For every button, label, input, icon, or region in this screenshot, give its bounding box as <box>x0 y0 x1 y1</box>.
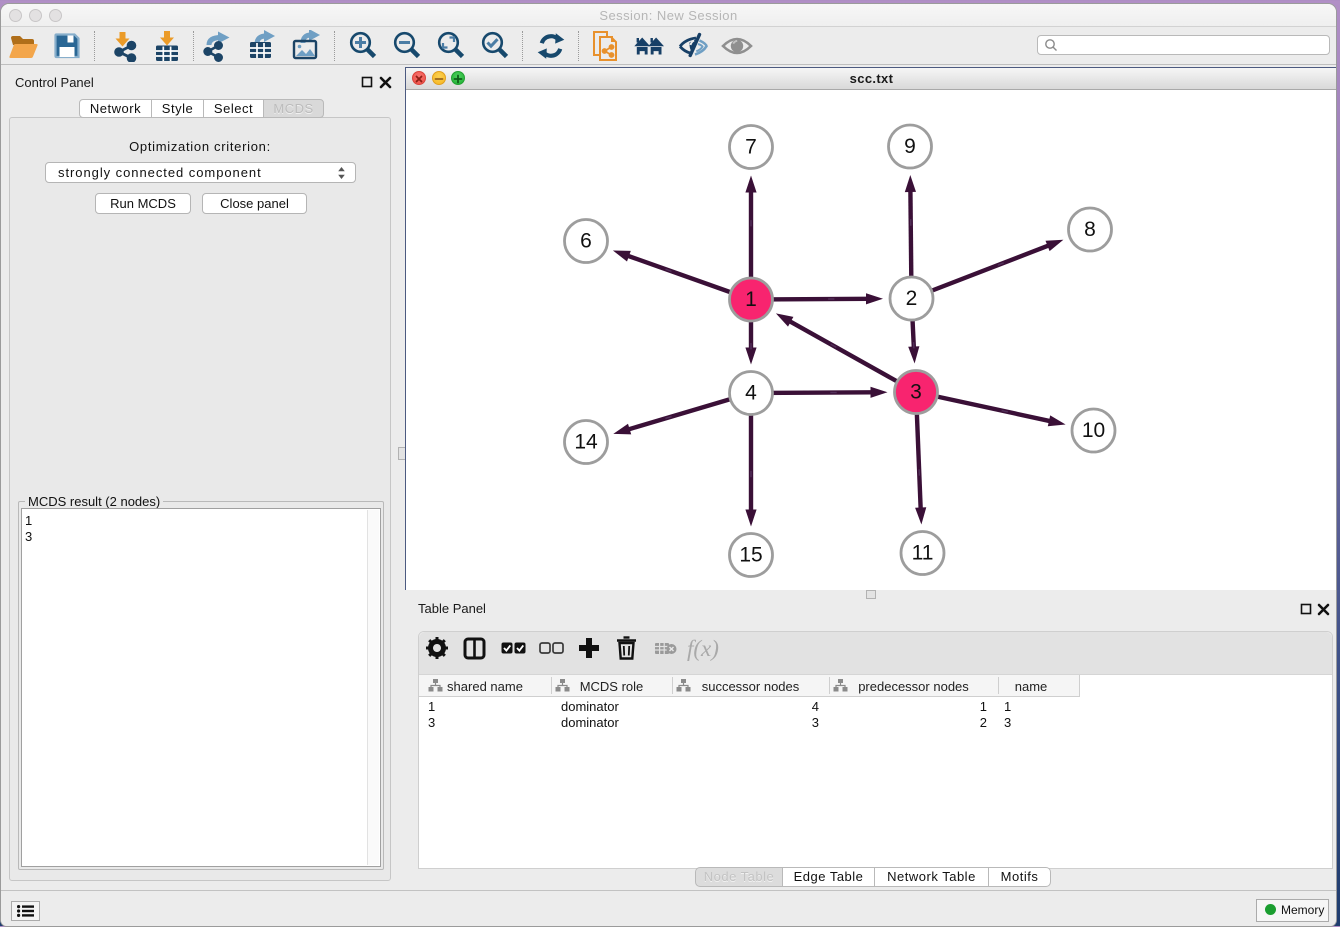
svg-text:11: 11 <box>912 542 934 565</box>
svg-text:7: 7 <box>745 136 757 159</box>
svg-text:8: 8 <box>1084 218 1096 241</box>
svg-text:3: 3 <box>910 381 922 404</box>
svg-text:6: 6 <box>580 230 592 253</box>
svg-text:9: 9 <box>904 135 916 158</box>
svg-text:10: 10 <box>1082 419 1105 442</box>
svg-text:14: 14 <box>574 431 598 454</box>
svg-text:4: 4 <box>745 382 757 405</box>
svg-text:15: 15 <box>739 544 762 567</box>
svg-text:2: 2 <box>906 287 918 310</box>
svg-text:1: 1 <box>745 288 757 311</box>
